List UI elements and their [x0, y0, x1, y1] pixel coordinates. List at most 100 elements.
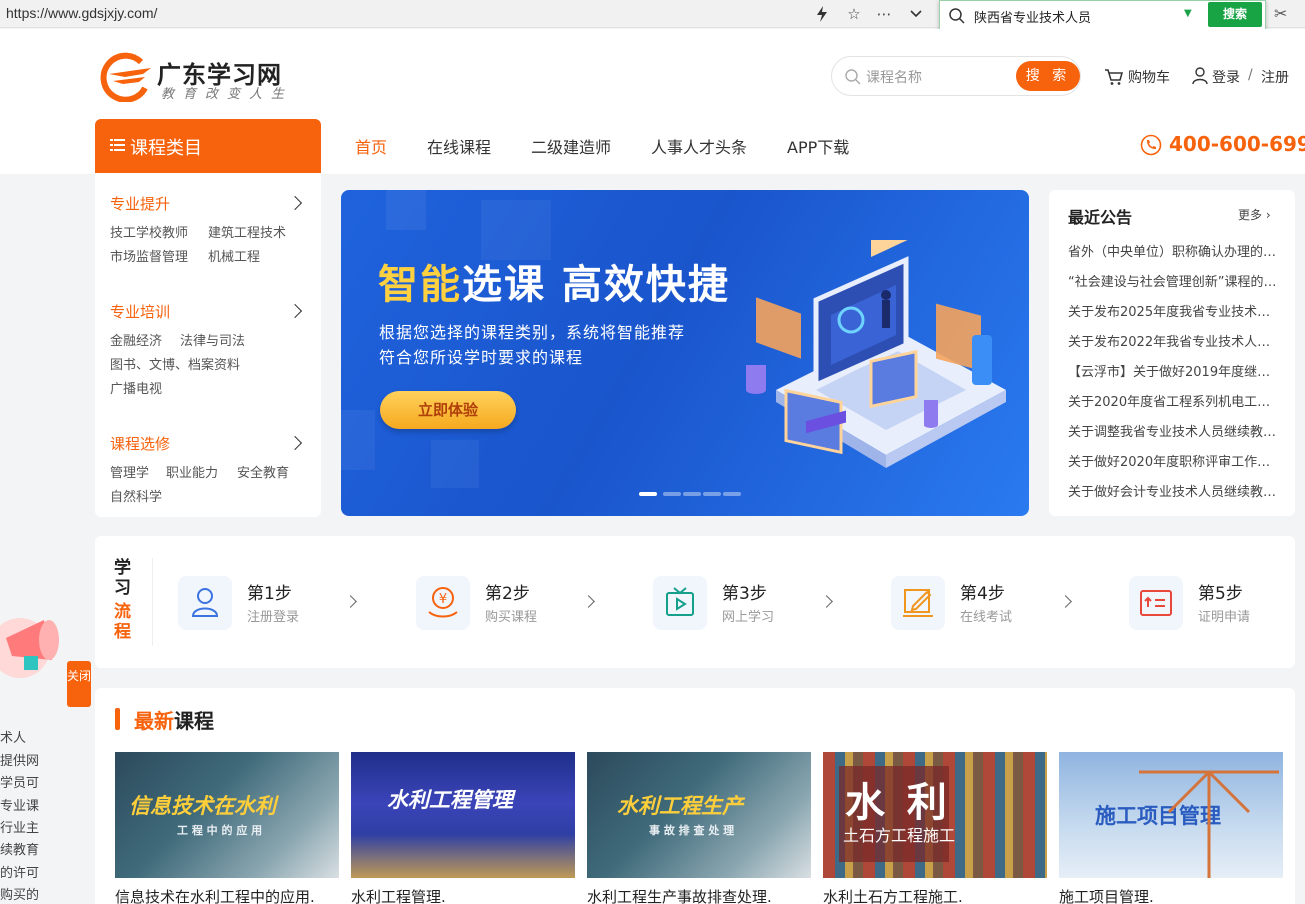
browser-toolbar: https://www.gdsjxjy.com/ ☆ ⋯ 陕西省专业技术人员 ▼…	[0, 0, 1305, 30]
step-title: 第5步	[1198, 584, 1243, 604]
course-title[interactable]: 信息技术在水利工程中的应用.	[115, 886, 315, 904]
category-title[interactable]: 专业培训	[110, 301, 170, 322]
announcement-item[interactable]: “社会建设与社会管理创新”课程的通知	[1068, 271, 1280, 290]
announcement-item[interactable]: 关于做好2020年度职称评审工作的通知	[1068, 451, 1280, 470]
category-link[interactable]: 安全教育	[237, 462, 289, 481]
yuan-icon: ¥	[416, 576, 470, 630]
category-link[interactable]: 市场监督管理	[110, 246, 188, 265]
category-link[interactable]: 图书、文博、档案资料	[110, 354, 240, 373]
chevron-right-icon[interactable]	[287, 303, 303, 319]
category-link[interactable]: 自然科学	[110, 486, 162, 505]
slide-dot-1[interactable]	[639, 492, 657, 496]
hero-banner[interactable]: 智能选课 高效快捷 根据您选择的课程类别，系统将智能推荐 符合您所设学时要求的课…	[341, 190, 1029, 516]
category-link[interactable]: 机械工程	[208, 246, 260, 265]
lightning-icon[interactable]	[813, 5, 831, 23]
course-title[interactable]: 水利工程管理.	[351, 886, 446, 904]
search-button[interactable]: 搜 索	[1016, 61, 1080, 91]
user-icon	[178, 576, 232, 630]
learning-process: 学习 流程 第1步 注册登录 ¥ 第2步 购买课程 第3步 网上学习 第4步 在…	[95, 536, 1295, 668]
slide-dot-5[interactable]	[723, 492, 741, 496]
section-marker	[115, 708, 120, 730]
category-menu-button[interactable]: 课程类目	[95, 119, 321, 173]
chevron-right-icon[interactable]	[287, 435, 303, 451]
find-query[interactable]: 陕西省专业技术人员	[974, 7, 1091, 26]
close-ad-button[interactable]: 关闭	[67, 661, 91, 707]
ad-text: 购买的	[0, 888, 40, 903]
course-cover[interactable]: 施工项目管理	[1059, 752, 1283, 878]
address-bar[interactable]: https://www.gdsjxjy.com/	[6, 5, 157, 21]
nav-hr-headlines[interactable]: 人事人才头条	[651, 134, 747, 158]
nav-second-class-constructor[interactable]: 二级建造师	[531, 134, 611, 158]
site-logo[interactable]: 广东学习网 教育改变人生	[95, 52, 295, 102]
step-subtitle: 注册登录	[247, 610, 300, 625]
course-title[interactable]: 水利土石方工程施工.	[823, 886, 963, 904]
logo-slogan: 教育改变人生	[161, 87, 294, 102]
scissors-icon[interactable]: ✂	[1274, 4, 1287, 23]
ad-text: 的许可	[0, 866, 40, 881]
slide-dot-3[interactable]	[683, 492, 701, 496]
cart-label: 购物车	[1128, 70, 1170, 86]
more-link[interactable]: 更多 ›	[1238, 206, 1271, 223]
step-title: 第4步	[960, 584, 1005, 604]
category-link[interactable]: 管理学	[110, 462, 149, 481]
category-link[interactable]: 广播电视	[110, 378, 162, 397]
step-title: 第1步	[247, 584, 292, 604]
nav-online-courses[interactable]: 在线课程	[427, 134, 491, 158]
ad-text: 行业主	[0, 821, 40, 836]
star-icon[interactable]: ☆	[845, 5, 863, 23]
more-icon[interactable]: ⋯	[875, 5, 893, 23]
announcement-item[interactable]: 【云浮市】关于做好2019年度继续教育的通知	[1068, 361, 1280, 380]
course-title[interactable]: 水利工程生产事故排查处理.	[587, 886, 772, 904]
course-title[interactable]: 施工项目管理.	[1059, 886, 1154, 904]
announcement-item[interactable]: 关于2020年度省工程系列机电工程的通知	[1068, 391, 1280, 410]
course-cover[interactable]: 信息技术在水利 工 程 中 的 应 用	[115, 752, 339, 878]
search-icon	[948, 7, 966, 25]
find-search-box[interactable]: 陕西省专业技术人员 ▼ 搜索	[939, 0, 1266, 30]
announcement-item[interactable]: 省外（中央单位）职称确认办理的通知	[1068, 241, 1280, 260]
slide-dot-4[interactable]	[703, 492, 721, 496]
chevron-right-icon[interactable]	[287, 195, 303, 211]
chevron-down-icon[interactable]	[907, 5, 925, 23]
category-link[interactable]: 建筑工程技术	[208, 222, 286, 241]
category-link[interactable]: 技工学校教师	[110, 222, 188, 241]
category-link[interactable]: 法律与司法	[180, 330, 245, 349]
login-link[interactable]: 登录	[1212, 67, 1240, 87]
section-title: 最新课程	[134, 709, 214, 733]
register-link[interactable]: 注册	[1261, 67, 1289, 87]
category-link[interactable]: 职业能力	[166, 462, 218, 481]
phone-icon	[1140, 134, 1162, 156]
nav-app-download[interactable]: APP下载	[787, 134, 849, 158]
dropdown-caret-icon[interactable]: ▼	[1184, 8, 1192, 19]
banner-headline: 智能选课 高效快捷	[378, 262, 730, 308]
ad-text: 专业课	[0, 799, 40, 814]
ad-text: 续教育	[0, 843, 40, 858]
divider: /	[1248, 67, 1253, 83]
announcement-item[interactable]: 关于发布2022年我省专业技术人员的通知	[1068, 331, 1280, 350]
list-icon	[110, 139, 125, 151]
banner-description: 根据您选择的课程类别，系统将智能推荐	[379, 323, 686, 342]
course-cover[interactable]: 水利工程生产 事 故 排 查 处 理	[587, 752, 811, 878]
slide-dot-2[interactable]	[663, 492, 681, 496]
category-link[interactable]: 金融经济	[110, 330, 162, 349]
nav-home[interactable]: 首页	[355, 134, 387, 158]
category-title[interactable]: 专业提升	[110, 193, 170, 214]
user-icon	[1192, 67, 1208, 85]
certificate-icon	[1129, 576, 1183, 630]
course-cover[interactable]: 水利工程管理	[351, 752, 575, 878]
process-label: 流程	[114, 602, 131, 642]
hotline-number: 400-600-6993	[1169, 132, 1305, 156]
try-now-button[interactable]: 立即体验	[380, 391, 516, 429]
ad-text: 提供网	[0, 754, 40, 769]
megaphone-icon	[0, 618, 59, 678]
find-search-button[interactable]: 搜索	[1208, 2, 1262, 27]
category-panel: 专业提升 技工学校教师 建筑工程技术 市场监督管理 机械工程 专业培训 金融经济…	[95, 173, 321, 517]
chevron-right-icon	[1059, 595, 1072, 608]
course-cover[interactable]: 水 利 土石方工程施工	[823, 752, 1047, 878]
announcement-item[interactable]: 关于发布2025年度我省专业技术人员的通知	[1068, 301, 1280, 320]
category-title[interactable]: 课程选修	[110, 433, 170, 454]
logo-emblem-icon	[100, 52, 151, 102]
course-search-box[interactable]: 课程名称 搜 索	[831, 56, 1081, 96]
search-input[interactable]: 课程名称	[866, 67, 922, 87]
announcement-item[interactable]: 关于调整我省专业技术人员继续教育的通知	[1068, 421, 1280, 440]
announcement-item[interactable]: 关于做好会计专业技术人员继续教育的通知	[1068, 481, 1280, 500]
